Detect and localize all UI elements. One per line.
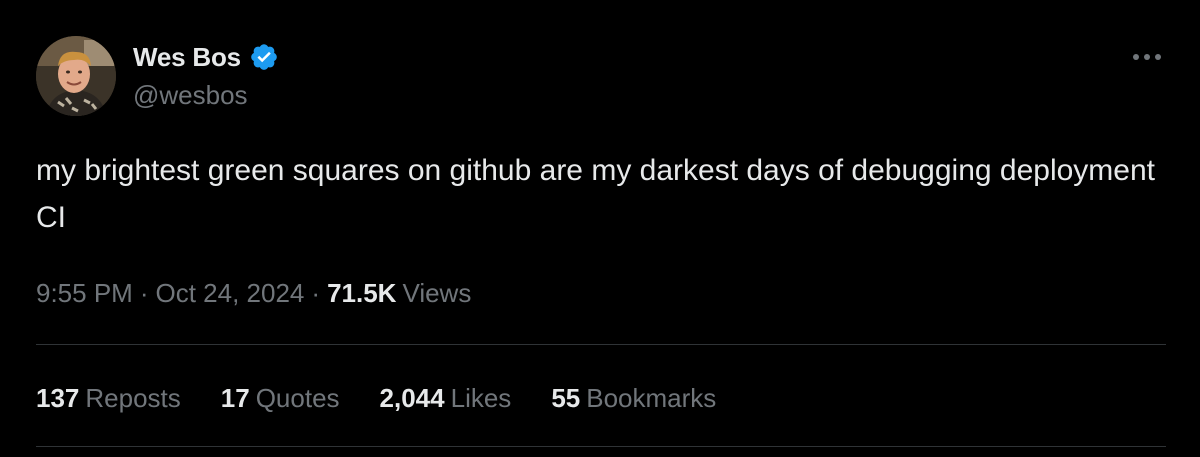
stat-reposts[interactable]: 137 Reposts [36,383,181,414]
stat-count: 17 [220,382,250,413]
verified-badge-icon [249,42,279,72]
author-handle[interactable]: @wesbos [133,80,248,111]
engagement-stats: 137 Reposts 17 Quotes 2,044 Likes 55 Boo… [36,380,756,416]
tweet-time[interactable]: 9:55 PM [36,278,133,309]
avatar[interactable] [36,36,116,116]
stat-label: Bookmarks [586,382,717,413]
divider [36,446,1166,447]
stat-count: 2,044 [379,382,445,413]
avatar-image [36,36,116,116]
tweet-date[interactable]: Oct 24, 2024 [156,278,305,309]
meta-separator: · [139,277,149,308]
views-label: Views [402,277,472,308]
stat-label: Likes [450,382,512,413]
divider [36,344,1166,345]
more-horizontal-icon [1133,54,1161,60]
stat-likes[interactable]: 2,044 Likes [380,383,512,414]
more-options-button[interactable] [1128,42,1166,72]
tweet-meta: 9:55 PM · Oct 24, 2024 · 71.5K Views [36,275,471,311]
views-count: 71.5K [327,277,397,308]
meta-separator: · [311,277,321,308]
stat-count: 55 [551,382,581,413]
author-display-name[interactable]: Wes Bos [133,42,241,73]
stat-count: 137 [36,382,80,413]
stat-bookmarks[interactable]: 55 Bookmarks [551,383,716,414]
tweet-text: my brightest green squares on github are… [36,154,1155,234]
stat-quotes[interactable]: 17 Quotes [221,383,340,414]
author-name-row: Wes Bos [133,40,279,74]
stat-label: Quotes [255,382,340,413]
stat-label: Reposts [85,382,181,413]
